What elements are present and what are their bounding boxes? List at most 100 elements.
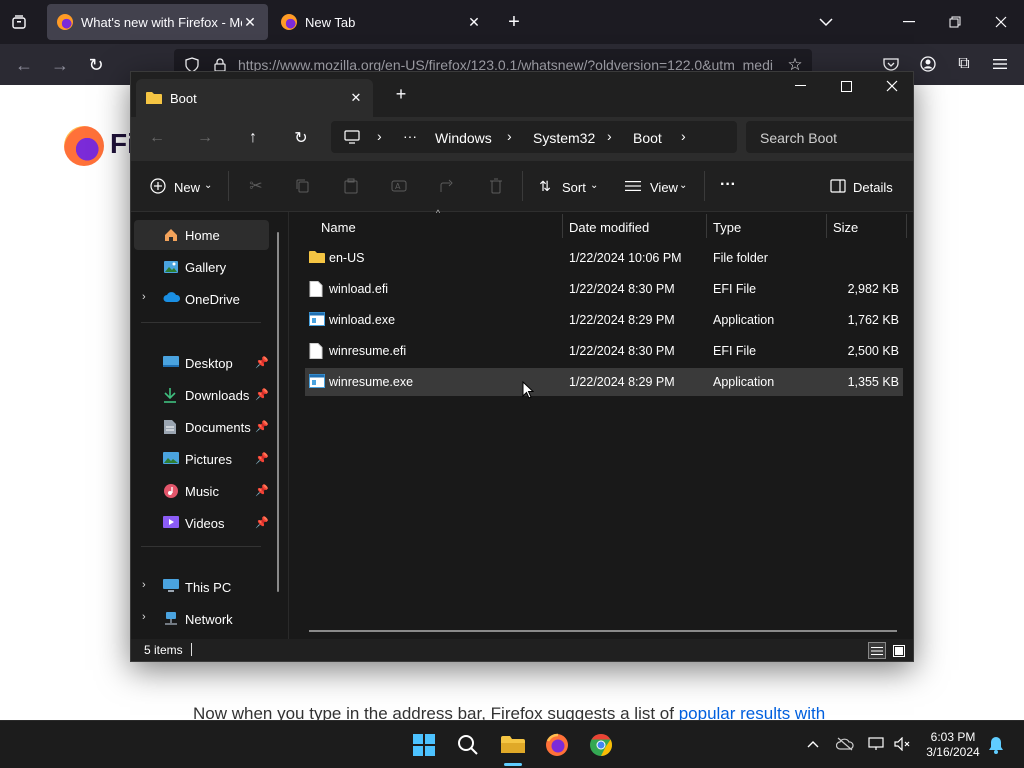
pin-icon[interactable]: 📌 bbox=[255, 516, 269, 529]
up-icon[interactable]: ↑ bbox=[245, 129, 261, 147]
share-icon[interactable] bbox=[439, 177, 457, 195]
forward-icon[interactable]: → bbox=[50, 55, 70, 75]
show-hidden-icons-icon[interactable] bbox=[804, 735, 822, 753]
notification-bell-icon[interactable] bbox=[986, 735, 1006, 755]
paste-icon[interactable] bbox=[342, 177, 360, 195]
pin-icon[interactable]: 📌 bbox=[255, 388, 269, 401]
view-button[interactable]: View bbox=[650, 180, 678, 195]
nav-item-videos[interactable]: Videos 📌 bbox=[134, 508, 269, 538]
forward-icon[interactable]: → bbox=[197, 129, 213, 147]
new-tab-icon[interactable]: + bbox=[504, 11, 524, 33]
nav-item-this-pc[interactable]: › This PC bbox=[134, 572, 269, 602]
nav-scrollbar[interactable] bbox=[277, 232, 279, 592]
explorer-tab-boot[interactable]: Boot ✕ bbox=[136, 79, 373, 117]
nav-item-downloads[interactable]: Downloads 📌 bbox=[134, 380, 269, 410]
view-icon[interactable] bbox=[624, 177, 642, 195]
refresh-icon[interactable]: ↻ bbox=[293, 129, 309, 147]
expand-chevron-icon[interactable]: › bbox=[142, 611, 146, 623]
pin-icon[interactable]: 📌 bbox=[255, 356, 269, 369]
chrome-taskbar-icon[interactable] bbox=[588, 732, 614, 758]
chevron-down-icon[interactable]: ⌄ bbox=[204, 180, 212, 191]
nav-item-home[interactable]: Home bbox=[134, 220, 269, 250]
file-row-selected[interactable]: winresume.exe 1/22/2024 8:29 PM Applicat… bbox=[305, 368, 903, 396]
close-window-icon[interactable] bbox=[992, 12, 1010, 32]
new-tab-icon[interactable]: + bbox=[393, 84, 409, 104]
chevron-down-icon[interactable]: ⌄ bbox=[590, 180, 598, 191]
search-input[interactable]: Search Boot bbox=[746, 121, 913, 153]
column-divider[interactable] bbox=[906, 214, 907, 238]
column-header-name[interactable]: Name bbox=[321, 212, 557, 240]
breadcrumb-item-system32[interactable]: System32 bbox=[533, 130, 595, 146]
taskbar-clock[interactable]: 6:03 PM 3/16/2024 bbox=[918, 730, 988, 760]
close-tab-icon[interactable]: ✕ bbox=[242, 14, 258, 31]
nav-item-documents[interactable]: Documents 📌 bbox=[134, 412, 269, 442]
chevron-down-icon[interactable]: ⌄ bbox=[679, 180, 687, 191]
column-divider[interactable] bbox=[826, 214, 827, 238]
expand-chevron-icon[interactable]: › bbox=[142, 291, 146, 303]
file-row[interactable]: winload.efi 1/22/2024 8:30 PM EFI File 2… bbox=[305, 275, 903, 303]
delete-icon[interactable] bbox=[487, 177, 505, 195]
close-tab-icon[interactable]: ✕ bbox=[349, 90, 363, 106]
pin-icon[interactable]: 📌 bbox=[255, 420, 269, 433]
file-row[interactable]: en-US 1/22/2024 10:06 PM File folder bbox=[305, 244, 903, 272]
expand-chevron-icon[interactable]: › bbox=[142, 579, 146, 591]
details-button[interactable]: Details bbox=[853, 180, 893, 195]
column-header-type[interactable]: Type bbox=[713, 212, 823, 240]
cut-icon[interactable]: ✂ bbox=[247, 177, 265, 195]
maximize-icon[interactable] bbox=[839, 78, 853, 94]
nav-item-network[interactable]: › Network bbox=[134, 604, 269, 634]
tiles-view-icon[interactable] bbox=[890, 642, 908, 659]
new-plus-icon[interactable] bbox=[149, 177, 167, 195]
column-header-date[interactable]: Date modified bbox=[569, 212, 699, 240]
sort-button[interactable]: Sort bbox=[562, 180, 586, 195]
pin-icon[interactable]: 📌 bbox=[255, 484, 269, 497]
horizontal-scrollbar[interactable] bbox=[309, 630, 897, 632]
copy-icon[interactable] bbox=[294, 177, 312, 195]
extensions-icon[interactable]: ⧉ bbox=[955, 55, 973, 73]
close-tab-icon[interactable]: ✕ bbox=[466, 14, 482, 31]
windows-start-icon[interactable] bbox=[412, 733, 436, 757]
nav-item-music[interactable]: Music 📌 bbox=[134, 476, 269, 506]
account-icon[interactable] bbox=[919, 55, 937, 73]
menu-icon[interactable] bbox=[991, 55, 1009, 73]
breadcrumb-item-boot[interactable]: Boot bbox=[633, 130, 662, 146]
nav-item-desktop[interactable]: Desktop 📌 bbox=[134, 348, 269, 378]
file-row[interactable]: winload.exe 1/22/2024 8:29 PM Applicatio… bbox=[305, 306, 903, 334]
more-options-button[interactable]: ··· bbox=[720, 176, 736, 194]
breadcrumb[interactable]: › ··· Windows › System32 › Boot › bbox=[331, 121, 737, 153]
firefox-taskbar-icon[interactable] bbox=[544, 732, 570, 758]
monitor-icon[interactable] bbox=[343, 129, 361, 145]
search-icon[interactable] bbox=[456, 733, 480, 757]
back-icon[interactable]: ← bbox=[14, 55, 34, 75]
back-icon[interactable]: ← bbox=[149, 129, 165, 147]
browser-tab-bar: What's new with Firefox - More ✕ New Tab… bbox=[0, 0, 1024, 44]
details-view-icon[interactable] bbox=[868, 642, 886, 659]
pin-icon[interactable]: 📌 bbox=[255, 452, 269, 465]
new-button[interactable]: New bbox=[174, 180, 200, 195]
chevron-down-icon[interactable] bbox=[816, 12, 836, 32]
browser-tab-whats-new[interactable]: What's new with Firefox - More ✕ bbox=[47, 4, 268, 40]
file-row[interactable]: winresume.efi 1/22/2024 8:30 PM EFI File… bbox=[305, 337, 903, 365]
nav-item-pictures[interactable]: Pictures 📌 bbox=[134, 444, 269, 474]
breadcrumb-more[interactable]: ··· bbox=[403, 128, 417, 144]
rename-icon[interactable]: A bbox=[390, 177, 408, 195]
file-explorer-taskbar-icon[interactable] bbox=[500, 732, 526, 758]
volume-muted-icon[interactable] bbox=[893, 735, 913, 753]
network-status-icon[interactable] bbox=[867, 735, 887, 753]
tab-manager-icon[interactable] bbox=[8, 12, 30, 32]
minimize-icon[interactable] bbox=[900, 12, 918, 32]
column-divider[interactable] bbox=[562, 214, 563, 238]
sort-icon[interactable]: ⇅ bbox=[536, 177, 554, 195]
close-window-icon[interactable] bbox=[885, 78, 899, 94]
browser-tab-new-tab[interactable]: New Tab ✕ bbox=[271, 4, 492, 40]
nav-item-onedrive[interactable]: › OneDrive bbox=[134, 284, 269, 314]
details-pane-icon[interactable] bbox=[829, 177, 847, 195]
onedrive-offline-icon[interactable] bbox=[835, 735, 855, 753]
column-divider[interactable] bbox=[706, 214, 707, 238]
minimize-icon[interactable] bbox=[793, 78, 807, 94]
breadcrumb-item-windows[interactable]: Windows bbox=[435, 130, 492, 146]
column-header-size[interactable]: Size bbox=[833, 212, 903, 240]
nav-item-gallery[interactable]: Gallery bbox=[134, 252, 269, 282]
restore-icon[interactable] bbox=[946, 12, 964, 32]
reload-icon[interactable]: ↻ bbox=[86, 55, 106, 75]
